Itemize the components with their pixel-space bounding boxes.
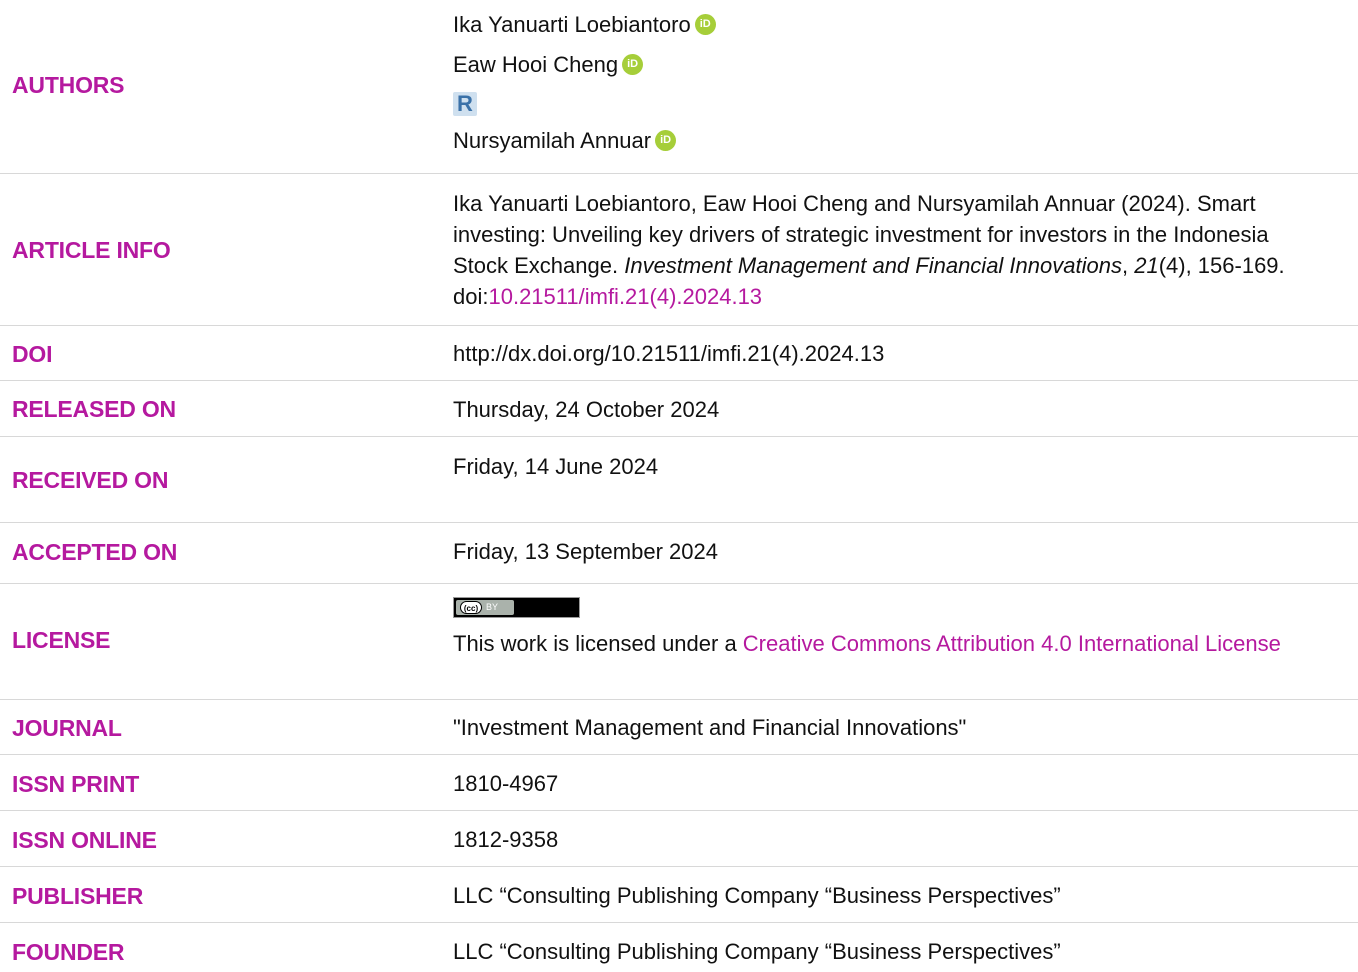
accepted-on-label: ACCEPTED ON bbox=[12, 539, 178, 565]
publisher-row: PUBLISHER LLC “Consulting Publishing Com… bbox=[0, 867, 1358, 923]
received-on-row: RECEIVED ON Friday, 14 June 2024 bbox=[0, 437, 1358, 523]
issn-online-row: ISSN ONLINE 1812-9358 bbox=[0, 811, 1358, 867]
citation-volume: 21 bbox=[1134, 253, 1159, 278]
accepted-on-row: ACCEPTED ON Friday, 13 September 2024 bbox=[0, 523, 1358, 584]
released-on-row: RELEASED ON Thursday, 24 October 2024 bbox=[0, 381, 1358, 437]
journal-value: "Investment Management and Financial Inn… bbox=[453, 715, 967, 740]
researcherid-line: R bbox=[453, 85, 1328, 121]
publisher-label: PUBLISHER bbox=[12, 883, 144, 909]
cc-by-text: BY bbox=[486, 602, 499, 612]
issn-print-value: 1810-4967 bbox=[453, 771, 559, 796]
article-citation: Ika Yanuarti Loebiantoro, Eaw Hooi Cheng… bbox=[453, 188, 1328, 312]
license-prefix: This work is licensed under a bbox=[453, 631, 743, 656]
license-link[interactable]: Creative Commons Attribution 4.0 Interna… bbox=[743, 631, 1281, 656]
released-on-label: RELEASED ON bbox=[12, 396, 176, 422]
license-content: (cc) BY This work is licensed under a Cr… bbox=[453, 595, 1328, 659]
released-on-value: Thursday, 24 October 2024 bbox=[453, 397, 720, 422]
citation-journal: Investment Management and Financial Inno… bbox=[624, 253, 1122, 278]
received-on-value: Friday, 14 June 2024 bbox=[453, 454, 659, 479]
author-name[interactable]: Eaw Hooi Cheng bbox=[453, 52, 618, 77]
issn-online-value: 1812-9358 bbox=[453, 827, 559, 852]
journal-row: JOURNAL "Investment Management and Finan… bbox=[0, 700, 1358, 755]
license-text: This work is licensed under a Creative C… bbox=[453, 628, 1328, 659]
cc-by-badge-icon[interactable]: (cc) BY bbox=[453, 597, 580, 618]
citation-doi-link[interactable]: 10.21511/imfi.21(4).2024.13 bbox=[488, 284, 762, 309]
founder-value: LLC “Consulting Publishing Company “Busi… bbox=[453, 939, 1061, 964]
accepted-on-value: Friday, 13 September 2024 bbox=[453, 539, 718, 564]
authors-row: AUTHORS Ika Yanuarti Loebiantoro iD Eaw H… bbox=[0, 0, 1358, 174]
authors-label: AUTHORS bbox=[12, 72, 125, 98]
publisher-value: LLC “Consulting Publishing Company “Busi… bbox=[453, 883, 1061, 908]
issn-online-label: ISSN ONLINE bbox=[12, 827, 157, 853]
article-info-label: ARTICLE INFO bbox=[12, 237, 171, 263]
author-item: Ika Yanuarti Loebiantoro iD bbox=[453, 5, 1328, 45]
author-name[interactable]: Ika Yanuarti Loebiantoro bbox=[453, 12, 691, 37]
author-item: Nursyamilah Annuar iD bbox=[453, 121, 1328, 161]
article-info-row: ARTICLE INFO Ika Yanuarti Loebiantoro, E… bbox=[0, 174, 1358, 326]
authors-list: Ika Yanuarti Loebiantoro iD Eaw Hooi Chen… bbox=[453, 5, 1328, 161]
founder-label: FOUNDER bbox=[12, 939, 125, 965]
cc-badge-left: (cc) BY bbox=[456, 600, 514, 615]
author-name[interactable]: Nursyamilah Annuar bbox=[453, 128, 651, 153]
orcid-icon[interactable]: iD bbox=[655, 129, 677, 151]
issn-print-row: ISSN PRINT 1810-4967 bbox=[0, 755, 1358, 811]
orcid-icon[interactable]: iD bbox=[622, 53, 644, 75]
license-label: LICENSE bbox=[12, 627, 111, 653]
researcherid-icon[interactable]: R bbox=[453, 92, 477, 117]
journal-label: JOURNAL bbox=[12, 715, 122, 741]
citation-comma: , bbox=[1121, 253, 1135, 278]
founder-row: FOUNDER LLC “Consulting Publishing Compa… bbox=[0, 923, 1358, 972]
doi-row: DOI http://dx.doi.org/10.21511/imfi.21(4… bbox=[0, 326, 1358, 381]
orcid-icon[interactable]: iD bbox=[694, 13, 716, 35]
doi-value: http://dx.doi.org/10.21511/imfi.21(4).20… bbox=[453, 341, 885, 366]
issn-print-label: ISSN PRINT bbox=[12, 771, 140, 797]
cc-logo-icon: (cc) bbox=[460, 601, 482, 614]
author-item: Eaw Hooi Cheng iD bbox=[453, 45, 1328, 85]
received-on-label: RECEIVED ON bbox=[12, 467, 169, 493]
license-row: LICENSE (cc) BY This work is licensed un… bbox=[0, 584, 1358, 700]
doi-label: DOI bbox=[12, 341, 53, 367]
